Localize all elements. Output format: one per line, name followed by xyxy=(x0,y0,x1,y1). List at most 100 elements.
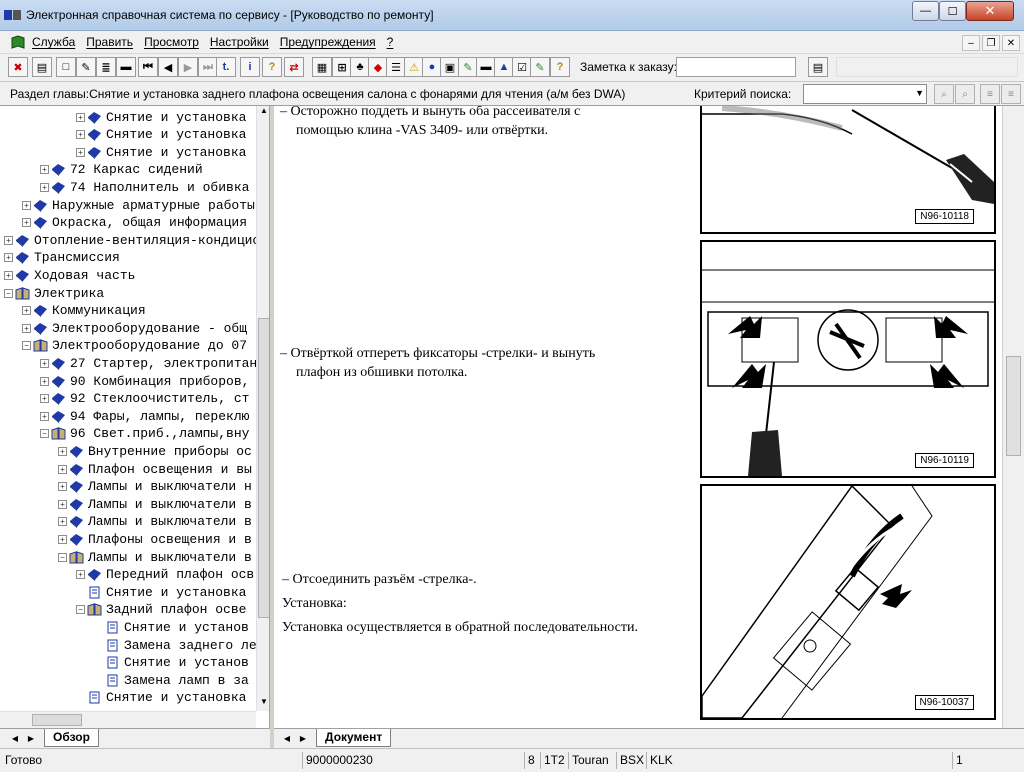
minimize-button[interactable]: — xyxy=(912,1,939,21)
manual-icon[interactable]: ✎ xyxy=(458,57,478,77)
expand-icon[interactable]: + xyxy=(40,411,49,421)
collapse-icon[interactable]: − xyxy=(4,288,13,298)
filter-icon[interactable]: ≡ xyxy=(980,84,1000,104)
tree-item[interactable]: +74 Наполнитель и обивка xyxy=(40,178,249,196)
mdi-minimize-button[interactable]: – xyxy=(962,35,980,51)
filter-clear-icon[interactable]: ≡ xyxy=(1001,84,1021,104)
new-document-icon[interactable]: □ xyxy=(56,57,76,77)
tree-item[interactable]: Снятие и установка xyxy=(76,689,246,707)
order-note-input[interactable] xyxy=(676,57,796,77)
previous-page-icon[interactable]: ◀ xyxy=(158,57,178,77)
menu-warnings[interactable]: Предупреждения xyxy=(280,35,381,49)
tree-item[interactable]: Снятие и установ xyxy=(94,654,249,672)
red-book-icon[interactable]: ◆ xyxy=(368,57,388,77)
tree-item[interactable]: +27 Стартер, электропитание xyxy=(40,354,256,372)
info-icon[interactable]: i xyxy=(240,57,260,77)
car-icon[interactable]: ▬ xyxy=(116,57,136,77)
exit-icon[interactable]: ✖ xyxy=(8,57,28,77)
doc-tab-prev-icon[interactable]: ◀ xyxy=(280,731,294,745)
checklist-icon[interactable]: ☑ xyxy=(512,57,532,77)
tree-item[interactable]: + Наружные арматурные работы xyxy=(22,196,255,214)
vehicle-icon[interactable]: ▬ xyxy=(476,57,496,77)
help-book-icon[interactable]: ? xyxy=(550,57,570,77)
maximize-button[interactable]: ☐ xyxy=(939,1,966,21)
expand-icon[interactable]: + xyxy=(58,517,67,527)
tree-item[interactable]: + Лампы и выключатели в xyxy=(58,495,252,513)
calculator-icon[interactable]: ▦ xyxy=(312,57,332,77)
truck-icon[interactable]: ▲ xyxy=(494,57,514,77)
expand-icon[interactable]: + xyxy=(58,464,67,474)
globe-icon[interactable]: ● xyxy=(422,57,442,77)
expand-icon[interactable]: + xyxy=(22,323,31,333)
scroll-down-icon[interactable]: ▼ xyxy=(258,697,269,711)
collapse-icon[interactable]: − xyxy=(58,552,67,562)
tree-item[interactable]: + Плафон освещения и вы xyxy=(58,460,252,478)
tree-item[interactable]: + Снятие и установка xyxy=(76,126,246,144)
expand-icon[interactable]: + xyxy=(76,112,85,122)
expand-icon[interactable]: + xyxy=(4,253,13,263)
edit-document-icon[interactable]: ✎ xyxy=(76,57,96,77)
expand-icon[interactable]: + xyxy=(4,270,13,280)
mdi-close-button[interactable]: ✕ xyxy=(1002,35,1020,51)
expand-icon[interactable]: + xyxy=(40,376,49,386)
expand-icon[interactable]: + xyxy=(40,394,49,404)
notes-icon[interactable]: ✎ xyxy=(530,57,550,77)
document-list-icon[interactable]: ≣ xyxy=(96,57,116,77)
menu-help[interactable]: ? xyxy=(387,35,399,49)
collapse-icon[interactable]: − xyxy=(40,429,49,439)
tree-vertical-scrollbar[interactable]: ▲ ▼ xyxy=(256,106,269,711)
tree-item[interactable]: − Лампы и выключатели в xyxy=(58,548,252,566)
menu-settings[interactable]: Настройки xyxy=(210,35,274,49)
expand-icon[interactable]: + xyxy=(76,130,85,140)
tree-icon[interactable]: ♣ xyxy=(350,57,370,77)
menu-edit[interactable]: Править xyxy=(86,35,138,49)
search-criteria-select[interactable]: ▼ xyxy=(803,84,927,104)
tree-item[interactable]: Снятие и установка xyxy=(76,583,246,601)
collapse-icon[interactable]: − xyxy=(22,341,31,351)
tree-item[interactable]: + Коммуникация xyxy=(22,302,146,320)
first-page-icon[interactable]: ⏮ xyxy=(138,57,158,77)
expand-icon[interactable]: + xyxy=(58,446,67,456)
close-button[interactable]: ✕ xyxy=(966,1,1014,21)
help-icon[interactable]: ? xyxy=(262,57,282,77)
tree-item[interactable]: +90 Комбинация приборов, xyxy=(40,372,249,390)
expand-icon[interactable]: + xyxy=(58,499,67,509)
tree-item[interactable]: − Задний плафон осве xyxy=(76,601,246,619)
expand-icon[interactable]: + xyxy=(22,306,31,316)
tree-item[interactable]: +92 Стеклоочиститель, ст xyxy=(40,390,249,408)
tree-horizontal-scrollbar[interactable] xyxy=(0,711,256,728)
grid-icon[interactable]: ⊞ xyxy=(332,57,352,77)
menu-view[interactable]: Просмотр xyxy=(144,35,204,49)
book-menu-icon[interactable] xyxy=(10,34,26,50)
tab-prev-icon[interactable]: ◀ xyxy=(8,731,22,745)
print-icon[interactable]: ▤ xyxy=(32,57,52,77)
tree-item[interactable]: + Отопление-вентиляция-кондиционер xyxy=(4,231,256,249)
expand-icon[interactable]: + xyxy=(40,165,49,175)
expand-icon[interactable]: + xyxy=(58,482,67,492)
next-page-icon[interactable]: ▶ xyxy=(178,57,198,77)
tree-item[interactable]: + Снятие и установка xyxy=(76,108,246,126)
tree-item[interactable]: Замена заднего ле xyxy=(94,636,256,654)
doc-tab-next-icon[interactable]: ▶ xyxy=(296,731,310,745)
tree-item[interactable]: + Снятие и установка xyxy=(76,143,246,161)
document-vertical-scrollbar[interactable] xyxy=(1002,106,1024,728)
tree-item[interactable]: + Плафоны освещения и в xyxy=(58,530,252,548)
menu-service[interactable]: Служба xyxy=(32,35,80,49)
mdi-restore-button[interactable]: ❐ xyxy=(982,35,1000,51)
search-next-icon[interactable]: ⌕ xyxy=(955,84,975,104)
tree-item[interactable]: + Лампы и выключатели в xyxy=(58,513,252,531)
tree-item[interactable]: + Лампы и выключатели н xyxy=(58,478,252,496)
search-icon[interactable]: ⌕ xyxy=(934,84,954,104)
save-icon[interactable]: ▣ xyxy=(440,57,460,77)
hscroll-thumb[interactable] xyxy=(32,714,82,726)
scroll-thumb[interactable] xyxy=(258,318,269,618)
tab-document[interactable]: Документ xyxy=(316,729,392,747)
tree-item[interactable]: − 96 Свет.приб.,лампы,вну xyxy=(40,425,249,443)
back-icon[interactable]: t. xyxy=(216,57,236,77)
tree-item[interactable]: Замена ламп в за xyxy=(94,671,249,689)
collapse-icon[interactable]: − xyxy=(76,605,85,615)
last-page-icon[interactable]: ⏭ xyxy=(198,57,218,77)
warning-icon[interactable]: ⚠ xyxy=(404,57,424,77)
tree-item[interactable]: + Передний плафон осв xyxy=(76,566,254,584)
tree-item[interactable]: + Ходовая часть xyxy=(4,266,135,284)
